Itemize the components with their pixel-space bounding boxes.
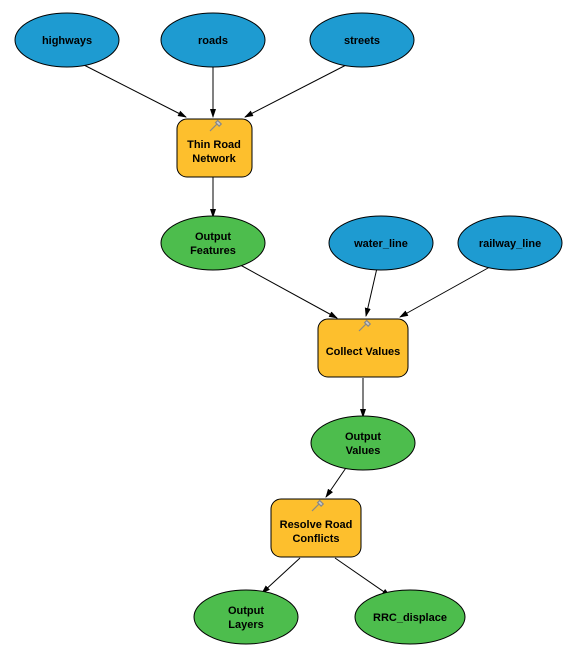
label-highways: highways xyxy=(42,35,92,47)
label-collect-values: Collect Values xyxy=(326,346,401,358)
node-highways: highways xyxy=(15,13,119,67)
label-water-line: water_line xyxy=(353,238,408,250)
edge-streets-thin xyxy=(245,63,350,117)
label-output-features-1: Output xyxy=(195,231,231,243)
label-roads: roads xyxy=(198,35,228,47)
node-streets: streets xyxy=(310,13,414,67)
node-water-line: water_line xyxy=(329,216,433,270)
label-thin-road-1: Thin Road xyxy=(187,139,241,151)
label-thin-road-2: Network xyxy=(192,153,236,165)
node-output-layers: Output Layers xyxy=(194,590,298,644)
node-railway-line: railway_line xyxy=(458,216,562,270)
label-output-layers-1: Output xyxy=(228,605,264,617)
label-output-layers-2: Layers xyxy=(228,619,263,631)
edge-waterline-collect xyxy=(366,268,377,316)
node-resolve-road-conflicts: Resolve Road Conflicts xyxy=(271,499,361,557)
node-rrc-displace: RRC_displace xyxy=(355,590,465,644)
label-output-values-2: Values xyxy=(346,445,381,457)
edge-resolve-rrcdisplace xyxy=(335,558,390,596)
edge-railway-collect xyxy=(400,263,497,317)
label-output-values-1: Output xyxy=(345,431,381,443)
label-railway-line: railway_line xyxy=(479,238,541,250)
node-roads: roads xyxy=(161,13,265,67)
node-output-values: Output Values xyxy=(311,416,415,470)
edge-resolve-outputlayers xyxy=(262,558,300,593)
label-output-features-2: Features xyxy=(190,245,236,257)
edge-highways-thin xyxy=(80,63,186,117)
label-resolve-2: Conflicts xyxy=(292,533,339,545)
label-resolve-1: Resolve Road xyxy=(280,519,353,531)
label-rrc-displace: RRC_displace xyxy=(373,612,447,624)
node-thin-road-network: Thin Road Network xyxy=(177,119,252,177)
edge-outputfeatures-collect xyxy=(233,261,337,318)
node-output-features: Output Features xyxy=(161,216,265,270)
label-streets: streets xyxy=(344,35,380,47)
node-collect-values: Collect Values xyxy=(318,319,408,377)
